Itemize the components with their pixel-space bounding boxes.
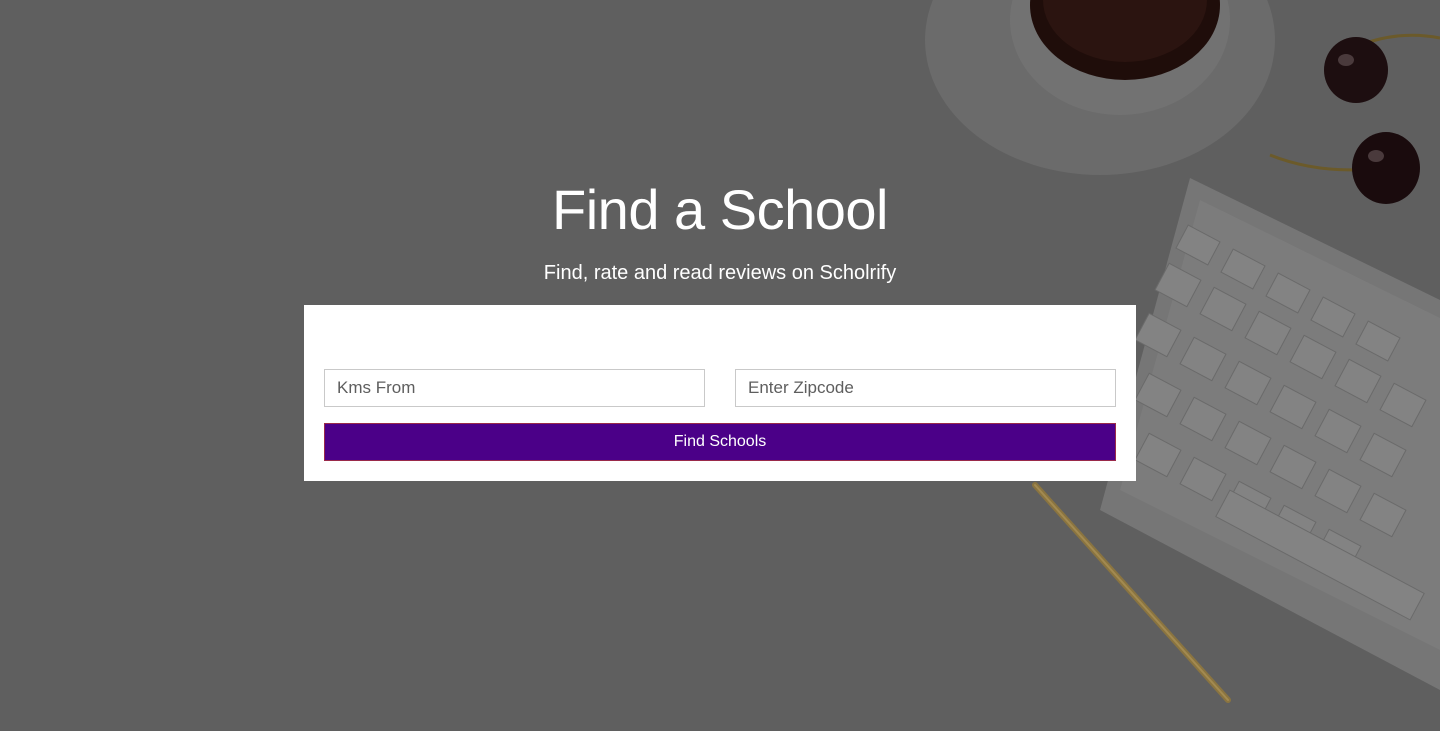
kms-from-input[interactable]: [324, 369, 705, 407]
page-subtitle: Find, rate and read reviews on Scholrify: [543, 262, 897, 284]
page-title: Find a School: [552, 178, 888, 241]
zipcode-input[interactable]: [735, 369, 1116, 407]
search-card: Find Schools: [304, 305, 1136, 481]
find-schools-button[interactable]: Find Schools: [324, 423, 1116, 461]
hero-section: Find a School Find, rate and read review…: [0, 0, 1440, 731]
